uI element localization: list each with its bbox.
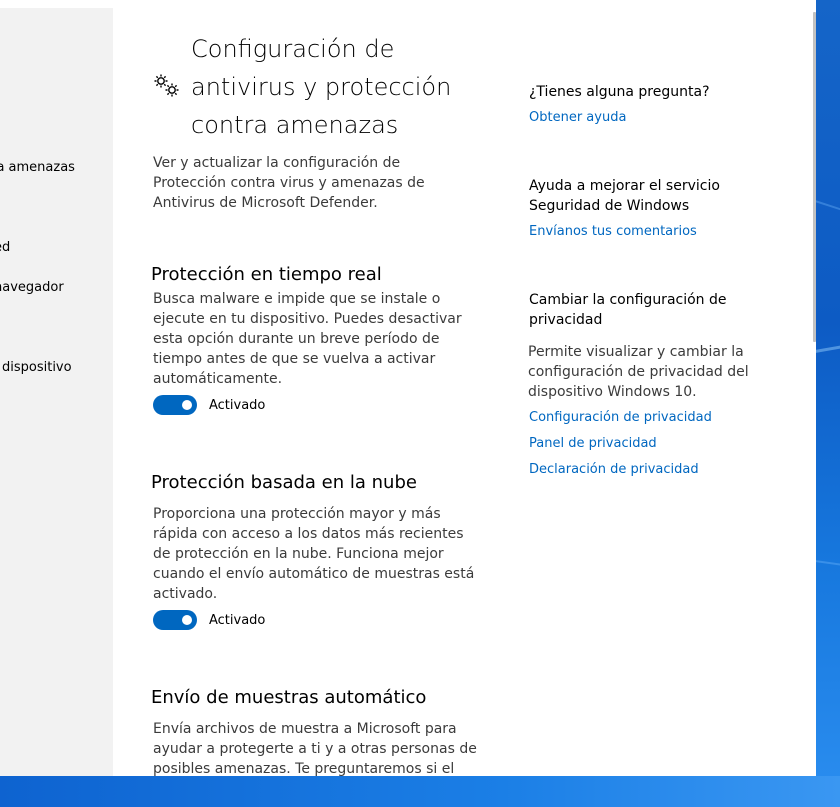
privacy-description: Permite visualizar y cambiar la configur… [528, 344, 749, 400]
wallpaper-light-ray [814, 339, 840, 353]
question-heading: ¿Tienes alguna pregunta? [529, 84, 710, 100]
nav-item-app-browser-control[interactable]: navegador [0, 280, 64, 295]
section-description-sample-submission: Envía archivos de muestra a Microsoft pa… [153, 721, 477, 776]
cloud-protection-toggle[interactable] [153, 610, 197, 630]
section-title-realtime-protection: Protección en tiempo real [151, 264, 382, 285]
nav-item-device-security[interactable]: dispositivo [2, 360, 72, 375]
send-feedback-link[interactable]: Envíanos tus comentarios [529, 224, 697, 239]
navigation-pane: tra amenazas ed navegador dispositivo [0, 8, 113, 776]
wallpaper-light-ray [814, 200, 840, 221]
realtime-protection-toggle-label: Activado [209, 397, 266, 413]
gears-icon [154, 74, 179, 97]
privacy-heading: Cambiar la configuración de privacidad [529, 292, 727, 328]
nav-item-firewall-network[interactable]: ed [0, 240, 10, 255]
nav-item-virus-threat-protection[interactable]: tra amenazas [0, 160, 75, 175]
privacy-settings-link[interactable]: Configuración de privacidad [529, 410, 712, 425]
toggle-knob [182, 615, 192, 625]
cloud-protection-toggle-label: Activado [209, 612, 266, 628]
taskbar [0, 776, 840, 807]
toggle-knob [182, 400, 192, 410]
section-title-sample-submission: Envío de muestras automático [151, 687, 427, 708]
cloud-protection-toggle-row: Activado [153, 610, 265, 630]
improve-heading: Ayuda a mejorar el servicio Seguridad de… [529, 178, 720, 214]
windows-security-window: tra amenazas ed navegador dispositivo Co… [0, 0, 816, 776]
section-description-realtime-protection: Busca malware e impide que se instale o … [153, 291, 462, 387]
scrollbar[interactable] [813, 0, 816, 776]
section-title-cloud-protection: Protección basada en la nube [151, 472, 417, 493]
wallpaper-light-ray [814, 560, 840, 571]
realtime-protection-toggle[interactable] [153, 395, 197, 415]
privacy-dashboard-link[interactable]: Panel de privacidad [529, 436, 657, 451]
section-description-cloud-protection: Proporciona una protección mayor y más r… [153, 506, 475, 602]
scrollbar-thumb[interactable] [813, 12, 816, 342]
page-title: Configuración de antivirus y protección … [191, 35, 452, 139]
get-help-link[interactable]: Obtener ayuda [529, 110, 626, 125]
privacy-statement-link[interactable]: Declaración de privacidad [529, 462, 699, 477]
page-description: Ver y actualizar la configuración de Pro… [153, 155, 425, 211]
realtime-protection-toggle-row: Activado [153, 395, 265, 415]
